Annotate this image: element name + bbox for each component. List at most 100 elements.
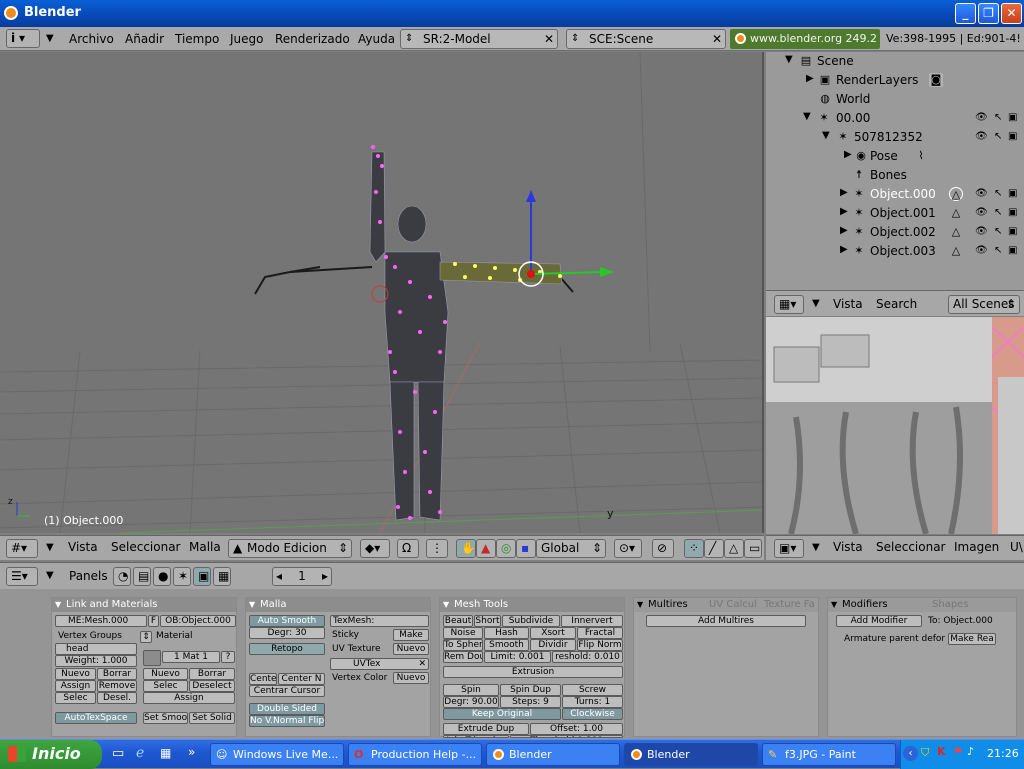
task-paint[interactable]: ✎ f3.JPG - Paint [762,743,896,766]
quicklaunch-expand-icon[interactable]: » [188,745,195,759]
delete-scene-icon[interactable]: ✕ [712,30,722,48]
start-button[interactable]: Inicio [0,740,102,769]
outliner-row-object002[interactable]: ▶ ✶ Object.002 △ 👁 ↖ ▣ [766,223,1024,242]
double-sided-toggle[interactable]: Double Sided [249,703,325,715]
scale-icon[interactable]: ▪ [516,539,536,558]
center-new-button[interactable]: Center N [278,673,325,685]
uvtex-layer-field[interactable]: UVTex ✕ [330,658,429,670]
menu-vista[interactable]: Vista [68,540,98,554]
menu-vista[interactable]: Vista [833,297,863,311]
collapse-arrow-icon[interactable]: ▼ [46,570,54,581]
screw-button[interactable]: Screw [562,684,623,696]
collapse-arrow-icon[interactable]: ▼ [46,33,54,44]
retopo-toggle[interactable]: Retopo [249,643,325,655]
eye-icon[interactable]: 👁 [975,226,988,237]
weight-field[interactable]: Weight: 1.000 [55,655,137,667]
outliner-row-object000[interactable]: ▶ ✶ Object.000 △ 👁 ↖ ▣ [766,185,1024,204]
task-production-help[interactable]: O Production Help -... [348,743,482,766]
no-vnormal-flip-toggle[interactable]: No V.Normal Flip [249,715,325,727]
volume-icon[interactable]: ♪ [967,745,974,758]
cursor-icon[interactable]: ↖ [994,207,1002,218]
spin-degree-field[interactable]: Degr: 90.00 [443,696,499,708]
uv-texture-new-button[interactable]: Nuevo [393,643,429,655]
beauty-toggle[interactable]: Beaut [443,615,473,627]
eye-icon[interactable]: 👁 [975,112,988,123]
extrude-dup-button[interactable]: Extrude Dup [443,723,529,735]
join-triangles-button[interactable]: Join Triangles [443,735,509,738]
internet-explorer-icon[interactable]: ℯ [136,745,144,761]
material-assign-button[interactable]: Assign [143,692,235,704]
vgroup-new-button[interactable]: Nuevo [55,668,96,680]
outliner-scope-selector[interactable]: All Scenes ⇕ [948,295,1020,314]
proportional-edit-icon[interactable]: ⊙▾ [614,539,642,558]
turns-field[interactable]: Turns: 1 [562,696,623,708]
vgroup-assign-button[interactable]: Assign [55,680,96,692]
clock[interactable]: 21:26 [987,747,1019,760]
outliner[interactable]: ▼ ▤ Scene ▶ ▣ RenderLayers ◙ ◍ World ▼ ✶ 00… [766,52,1024,290]
tray-expand-icon[interactable]: ‹ [903,746,918,761]
scene-selector[interactable]: ⇕ SCE:Scene ✕ [566,29,726,49]
menu-renderizado[interactable]: Renderizado [275,32,350,46]
render-toggle-icon[interactable]: ▣ [1008,207,1017,218]
outliner-row-renderlayers[interactable]: ▶ ▣ RenderLayers ◙ [766,71,1024,90]
orientation-selector[interactable]: Global ⇕ [536,539,606,558]
mode-selector[interactable]: ▲ Modo Edicion ⇕ [228,539,352,558]
menu-juego[interactable]: Juego [230,32,264,46]
object-context-icon[interactable]: ✶ [173,567,191,586]
frame-number-field[interactable]: ◂ 1 ▸ [272,567,332,586]
keep-original-toggle[interactable]: Keep Original [443,708,561,720]
to-sphere-button[interactable]: To Spher [443,639,483,651]
menu-seleccionar[interactable]: Seleccionar [876,540,945,554]
outliner-row-object003[interactable]: ▶ ✶ Object.003 △ 👁 ↖ ▣ [766,242,1024,261]
eye-icon[interactable]: 👁 [975,245,988,256]
vertex-select-icon[interactable]: ⁘ [684,539,704,558]
menu-ayuda[interactable]: Ayuda [358,32,395,46]
task-blender-1[interactable]: Blender [486,743,620,766]
smooth-button[interactable]: Smooth [484,639,529,651]
material-index-field[interactable]: 1 Mat 1 [162,651,220,663]
collapse-arrow-icon[interactable]: ▼ [812,542,820,553]
material-select-button[interactable]: Selec [143,680,188,692]
translate-icon[interactable]: ▲ [476,539,496,558]
editor-type-buttons-button[interactable]: ☰▾ [6,567,38,586]
hash-button[interactable]: Hash [484,627,529,639]
outliner-row-world[interactable]: ◍ World [766,90,1024,109]
menu-seleccionar[interactable]: Seleccionar [111,540,180,554]
vgroup-delete-button[interactable]: Borrar [97,668,137,680]
close-button[interactable]: ✕ [1001,3,1022,24]
flip-normals-button[interactable]: Flip Norm [577,639,623,651]
editor-type-3dview-button[interactable]: #▾ [6,539,38,558]
render-toggle-icon[interactable]: ▣ [1008,112,1017,123]
cursor-icon[interactable]: ↖ [994,245,1002,256]
outliner-row-bones[interactable]: ☨ Bones [766,166,1024,185]
subdivide-button[interactable]: Subdivide [502,615,560,627]
3d-viewport[interactable]: z y (1) Object.000 [0,52,764,533]
autotexspace-toggle[interactable]: AutoTexSpace [55,712,137,724]
auto-smooth-toggle[interactable]: Auto Smooth [249,615,325,627]
fake-user-button[interactable]: F [148,615,159,627]
material-deselect-button[interactable]: Deselect [189,680,235,692]
centre-cursor-button[interactable]: Centrar Cursor [249,685,325,697]
collapse-arrow-icon[interactable]: ▼ [46,542,54,553]
render-toggle-icon[interactable]: ▣ [1008,188,1017,199]
steps-field[interactable]: Steps: 9 [500,696,561,708]
editing-context-icon[interactable]: ▣ [193,567,211,586]
tab-uv-calculation[interactable]: UV Calcul [709,598,757,612]
menu-search[interactable]: Search [876,297,917,311]
extrusion-button[interactable]: Extrusion [443,666,623,678]
material-color-swatch[interactable] [143,650,161,666]
editor-type-image-button[interactable]: ▣▾ [774,539,804,558]
spin-dup-button[interactable]: Spin Dup [500,684,561,696]
face-select-icon[interactable]: △ [724,539,744,558]
outliner-row-pose[interactable]: ▶ ◉ Pose ⌇ [766,147,1024,166]
render-toggle-icon[interactable]: ▣ [1008,245,1017,256]
cursor-icon[interactable]: ↖ [994,226,1002,237]
set-solid-button[interactable]: Set Solid [189,712,235,724]
task-windows-live-messenger[interactable]: ☺ Windows Live Me... [210,743,344,766]
smooth-degree-field[interactable]: Degr: 30 [249,627,325,639]
cursor-icon[interactable]: ↖ [994,112,1002,123]
occlude-icon[interactable]: ▭ [744,539,762,558]
shield-icon[interactable]: ⛉ [921,746,929,760]
outliner-row-507812352[interactable]: ▼ ✶ 507812352 👁 ↖ ▣ [766,128,1024,147]
pivot-icon[interactable]: Ω [397,539,419,558]
